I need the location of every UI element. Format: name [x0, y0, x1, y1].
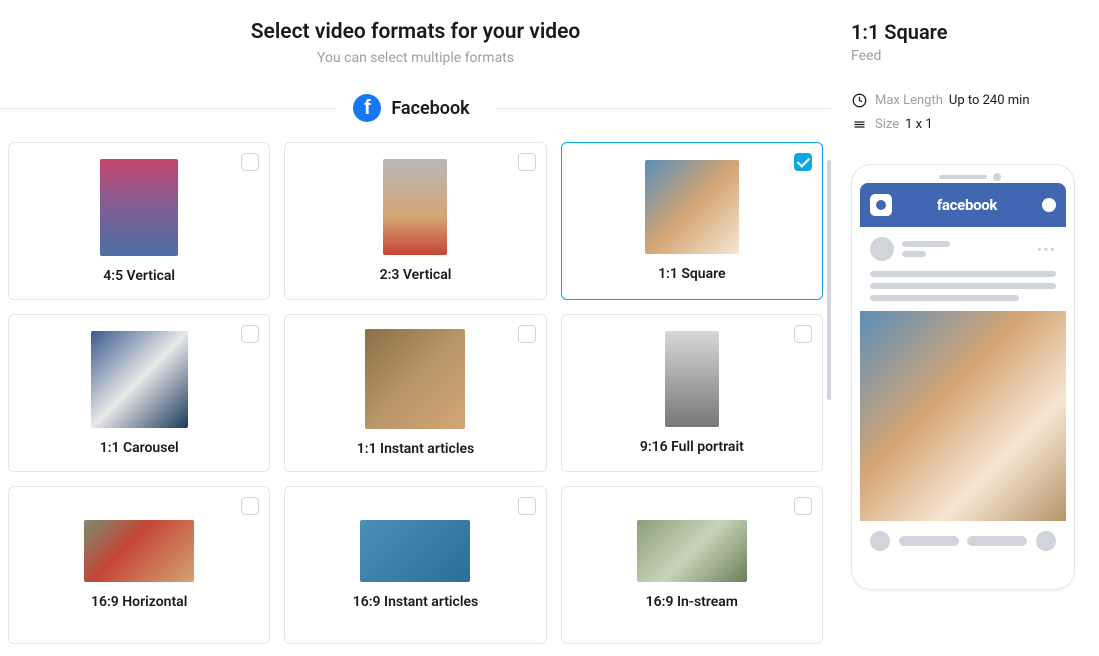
- placeholder-line: [902, 251, 926, 257]
- post-image: [860, 311, 1066, 521]
- max-length-label: Max Length: [875, 93, 943, 108]
- format-card[interactable]: 1:1 Square: [561, 142, 823, 300]
- more-icon: •••: [1037, 240, 1056, 259]
- format-thumbnail: [100, 159, 178, 256]
- placeholder-pill: [967, 536, 1027, 546]
- post-header: •••: [860, 227, 1066, 271]
- format-checkbox[interactable]: [518, 153, 536, 171]
- format-card[interactable]: 9:16 Full portrait: [561, 314, 823, 472]
- size-label: Size: [875, 117, 899, 132]
- format-card[interactable]: 2:3 Vertical: [284, 142, 546, 300]
- header: Select video formats for your video You …: [8, 20, 823, 66]
- format-label: 1:1 Carousel: [100, 440, 179, 456]
- format-thumbnail: [365, 329, 465, 429]
- format-checkbox[interactable]: [241, 497, 259, 515]
- format-card[interactable]: 16:9 Instant articles: [284, 486, 546, 644]
- phone-preview: facebook •••: [851, 164, 1075, 590]
- post-body: [860, 271, 1066, 311]
- format-selection-panel: Select video formats for your video You …: [0, 0, 831, 656]
- format-checkbox[interactable]: [241, 325, 259, 343]
- avatar: [870, 237, 894, 261]
- spec-size: Size 1 x 1: [851, 116, 1087, 132]
- spec-max-length: Max Length Up to 240 min: [851, 92, 1087, 108]
- format-card[interactable]: 16:9 In-stream: [561, 486, 823, 644]
- placeholder-line: [902, 241, 950, 247]
- format-checkbox[interactable]: [794, 497, 812, 515]
- clock-icon: [851, 92, 867, 108]
- format-thumbnail: [360, 520, 470, 582]
- format-label: 16:9 Horizontal: [91, 594, 187, 610]
- post-footer: [860, 521, 1066, 561]
- post-meta: [902, 241, 1029, 257]
- page-subtitle: You can select multiple formats: [8, 50, 823, 66]
- placeholder-line: [870, 283, 1056, 289]
- format-thumbnail: [91, 331, 188, 428]
- format-checkbox[interactable]: [518, 497, 536, 515]
- camera-icon: [870, 194, 892, 216]
- preview-brand: facebook: [937, 196, 997, 214]
- format-card[interactable]: 1:1 Carousel: [8, 314, 270, 472]
- action-icon: [1036, 531, 1056, 551]
- detail-subtitle: Feed: [851, 48, 1087, 64]
- page-title: Select video formats for your video: [8, 20, 823, 44]
- platform-name: Facebook: [391, 98, 477, 119]
- messenger-icon: [1042, 198, 1056, 212]
- format-label: 9:16 Full portrait: [640, 439, 744, 455]
- detail-sidebar: 1:1 Square Feed Max Length Up to 240 min…: [831, 0, 1099, 656]
- format-label: 2:3 Vertical: [380, 267, 452, 283]
- format-checkbox[interactable]: [794, 153, 812, 171]
- placeholder-line: [870, 271, 1056, 277]
- format-label: 1:1 Instant articles: [357, 441, 474, 457]
- format-label: 16:9 In-stream: [646, 594, 738, 610]
- size-value: 1 x 1: [905, 117, 933, 132]
- format-thumbnail: [665, 331, 719, 427]
- format-thumbnail: [84, 520, 194, 582]
- facebook-icon: [353, 94, 381, 122]
- reaction-icon: [870, 531, 890, 551]
- size-icon: [851, 116, 867, 132]
- format-card[interactable]: 1:1 Instant articles: [284, 314, 546, 472]
- placeholder-pill: [899, 536, 959, 546]
- format-card[interactable]: 16:9 Horizontal: [8, 486, 270, 644]
- preview-topbar: facebook: [860, 183, 1066, 227]
- phone-notch: [939, 175, 987, 179]
- format-thumbnail: [383, 159, 447, 255]
- format-thumbnail: [637, 520, 747, 582]
- format-checkbox[interactable]: [794, 325, 812, 343]
- format-thumbnail: [645, 160, 739, 254]
- format-checkbox[interactable]: [241, 153, 259, 171]
- format-grid: 4:5 Vertical 2:3 Vertical 1:1 Square 1:1 Ca…: [8, 142, 823, 644]
- format-label: 16:9 Instant articles: [353, 594, 478, 610]
- format-label: 4:5 Vertical: [103, 268, 175, 284]
- format-checkbox[interactable]: [518, 325, 536, 343]
- placeholder-line: [870, 295, 1019, 301]
- format-label: 1:1 Square: [658, 266, 726, 282]
- max-length-value: Up to 240 min: [949, 93, 1030, 108]
- detail-title: 1:1 Square: [851, 20, 1087, 44]
- format-card[interactable]: 4:5 Vertical: [8, 142, 270, 300]
- platform-header: Facebook: [8, 94, 823, 122]
